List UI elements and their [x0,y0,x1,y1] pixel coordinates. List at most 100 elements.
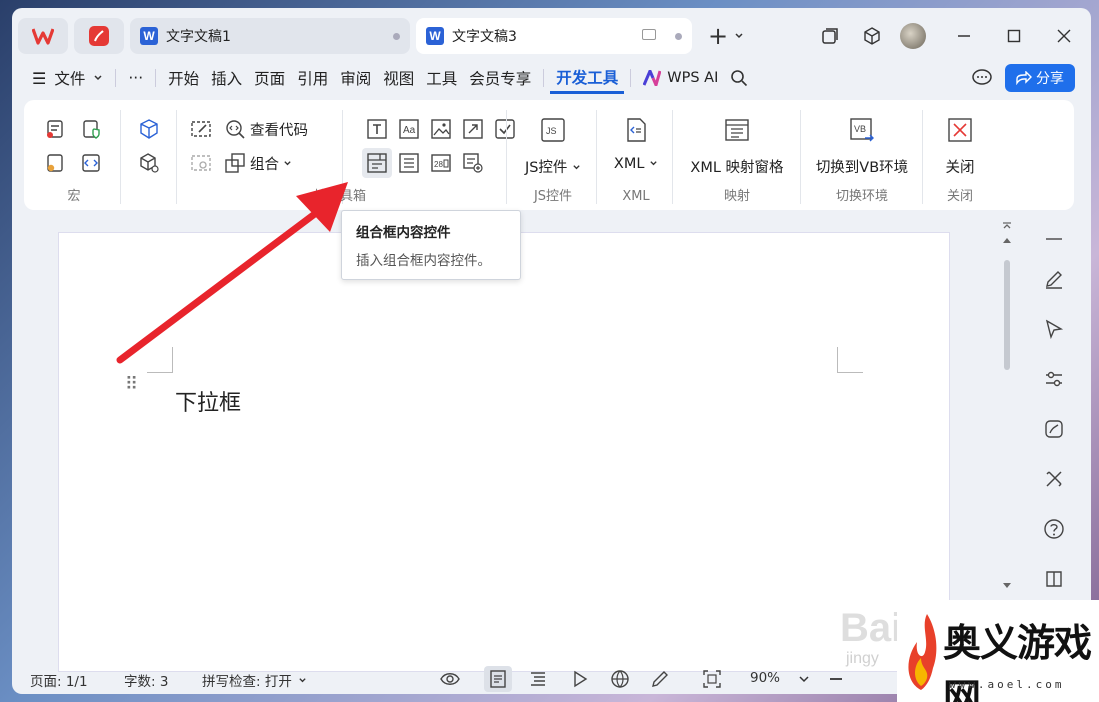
wps-home-tab[interactable] [18,18,68,54]
drag-handle-icon[interactable]: ⠿ [125,376,138,394]
search-button[interactable] [724,62,754,94]
word-count[interactable]: 字数: 3 [124,670,168,690]
outline-view-icon[interactable] [528,669,548,689]
repeating-section-control-button[interactable] [462,152,484,174]
comment-button[interactable] [971,68,993,92]
plain-text-control-button[interactable] [366,118,388,140]
tab-view[interactable]: 视图 [377,62,420,94]
tab-document-1[interactable]: W 文字文稿1 [130,18,410,54]
avatar[interactable] [899,20,927,52]
group-dropdown[interactable]: 组合 [224,152,292,174]
image-edit-icon[interactable] [1043,418,1065,440]
tab-home[interactable]: 开始 [162,62,205,94]
scroll-thumb[interactable] [1004,260,1010,370]
combo-box-control-button[interactable] [366,152,388,174]
eye-icon[interactable] [440,669,460,689]
pdf-app-tab[interactable] [74,18,124,54]
svg-text:Aa: Aa [403,125,416,136]
xml-doc-icon [627,118,646,142]
tab-tools[interactable]: 工具 [420,62,463,94]
date-picker-control-button[interactable]: 28 [430,152,452,174]
chevron-down-icon[interactable] [794,669,814,689]
pen-icon[interactable] [1043,268,1065,290]
more-menu[interactable]: ··· [122,62,149,94]
picture-control-button[interactable] [430,118,452,140]
group-icon [225,153,245,173]
js-control-label: JS控件 [524,160,568,176]
new-tab-button[interactable]: + [704,20,748,52]
view-code-label: 查看代码 [250,122,308,139]
tab-member[interactable]: 会员专享 [463,62,537,94]
close-window-button[interactable] [1052,20,1076,52]
site-watermark-url: www.aoel.com [949,678,1065,691]
macro-settings-icon [47,154,63,172]
menu-divider [630,69,632,87]
tab-references[interactable]: 引用 [291,62,334,94]
view-code-button[interactable]: 查看代码 [224,118,308,140]
tools-icon[interactable] [1043,468,1065,490]
fit-window-icon[interactable] [702,669,722,689]
building-block-control-button[interactable] [462,118,484,140]
run-macro-button[interactable] [44,152,66,174]
search-icon [731,70,748,87]
site-watermark: 奥义游戏网 www.aoel.com [897,600,1099,702]
window-switch-button[interactable] [818,20,842,52]
record-macro-button[interactable] [44,118,66,140]
close-icon [1057,29,1071,43]
cube-button[interactable] [860,20,884,52]
tab-review[interactable]: 审阅 [334,62,377,94]
js-control-dropdown[interactable]: JS JS控件 [508,116,598,177]
close-box-icon [948,118,972,142]
wps-ai-button[interactable]: WPS AI [637,62,724,94]
tab-insert[interactable]: 插入 [205,62,248,94]
addin-group [124,100,176,210]
document-page[interactable]: ⠿ 下拉框 [58,232,950,672]
menu-divider [543,69,545,87]
document-text[interactable]: 下拉框 [175,385,241,417]
spell-check-dropdown[interactable]: 拼写检查: 打开 [202,670,307,690]
page-count[interactable]: 页面: 1/1 [30,670,88,690]
tab-page[interactable]: 页面 [248,62,291,94]
properties-icon [191,155,211,171]
spell-check-label: 拼写检查: 打开 [202,674,292,690]
baidu-watermark-sub: jingy [846,650,879,667]
xml-map-pane-button[interactable]: XML 映射窗格 [674,116,800,177]
cube-icon [864,27,880,45]
dropdown-list-control-button[interactable] [398,152,420,174]
plugin-icon[interactable] [1043,568,1065,590]
properties-button[interactable] [190,152,212,174]
com-addin-button[interactable] [138,152,160,174]
minimize-icon [958,35,970,37]
zoom-out-icon[interactable] [826,669,846,689]
tab-developer-tools[interactable]: 开发工具 [550,62,625,94]
page-view-icon[interactable] [488,669,508,689]
xml-dropdown[interactable]: XML [598,116,674,172]
vertical-scrollbar[interactable] [1002,218,1012,598]
pen-icon[interactable] [650,669,670,689]
maximize-button[interactable] [1002,20,1026,52]
file-menu[interactable]: ☰ 文件 [26,62,109,94]
adjust-sliders-icon[interactable] [1043,368,1065,390]
vba-editor-button[interactable] [80,152,102,174]
cube-settings-icon [140,153,159,173]
macro-security-button[interactable] [80,118,102,140]
rich-text-control-button[interactable]: Aa [398,118,420,140]
addin-button[interactable] [138,118,160,140]
select-cursor-icon[interactable] [1043,318,1065,340]
tab-unsaved-dot [393,32,400,40]
window-mode-icon[interactable] [642,29,656,40]
collapse-icon[interactable] [1043,228,1065,250]
tab-document-3[interactable]: W 文字文稿3 [416,18,692,54]
design-mode-button[interactable] [190,118,212,140]
close-developer-tools-button[interactable]: 关闭 [924,116,996,177]
zoom-level[interactable]: 90% [750,670,780,686]
js-icon: JS [541,118,565,142]
share-button[interactable]: 分享 [1005,64,1075,92]
help-icon[interactable] [1043,518,1065,540]
switch-vb-button[interactable]: VB 切换到VB环境 [802,116,922,177]
web-layout-icon[interactable] [610,669,630,689]
writer-doc-icon: W [426,27,444,45]
play-icon[interactable] [570,669,590,689]
minimize-button[interactable] [952,20,976,52]
map-pane-icon [725,119,749,141]
